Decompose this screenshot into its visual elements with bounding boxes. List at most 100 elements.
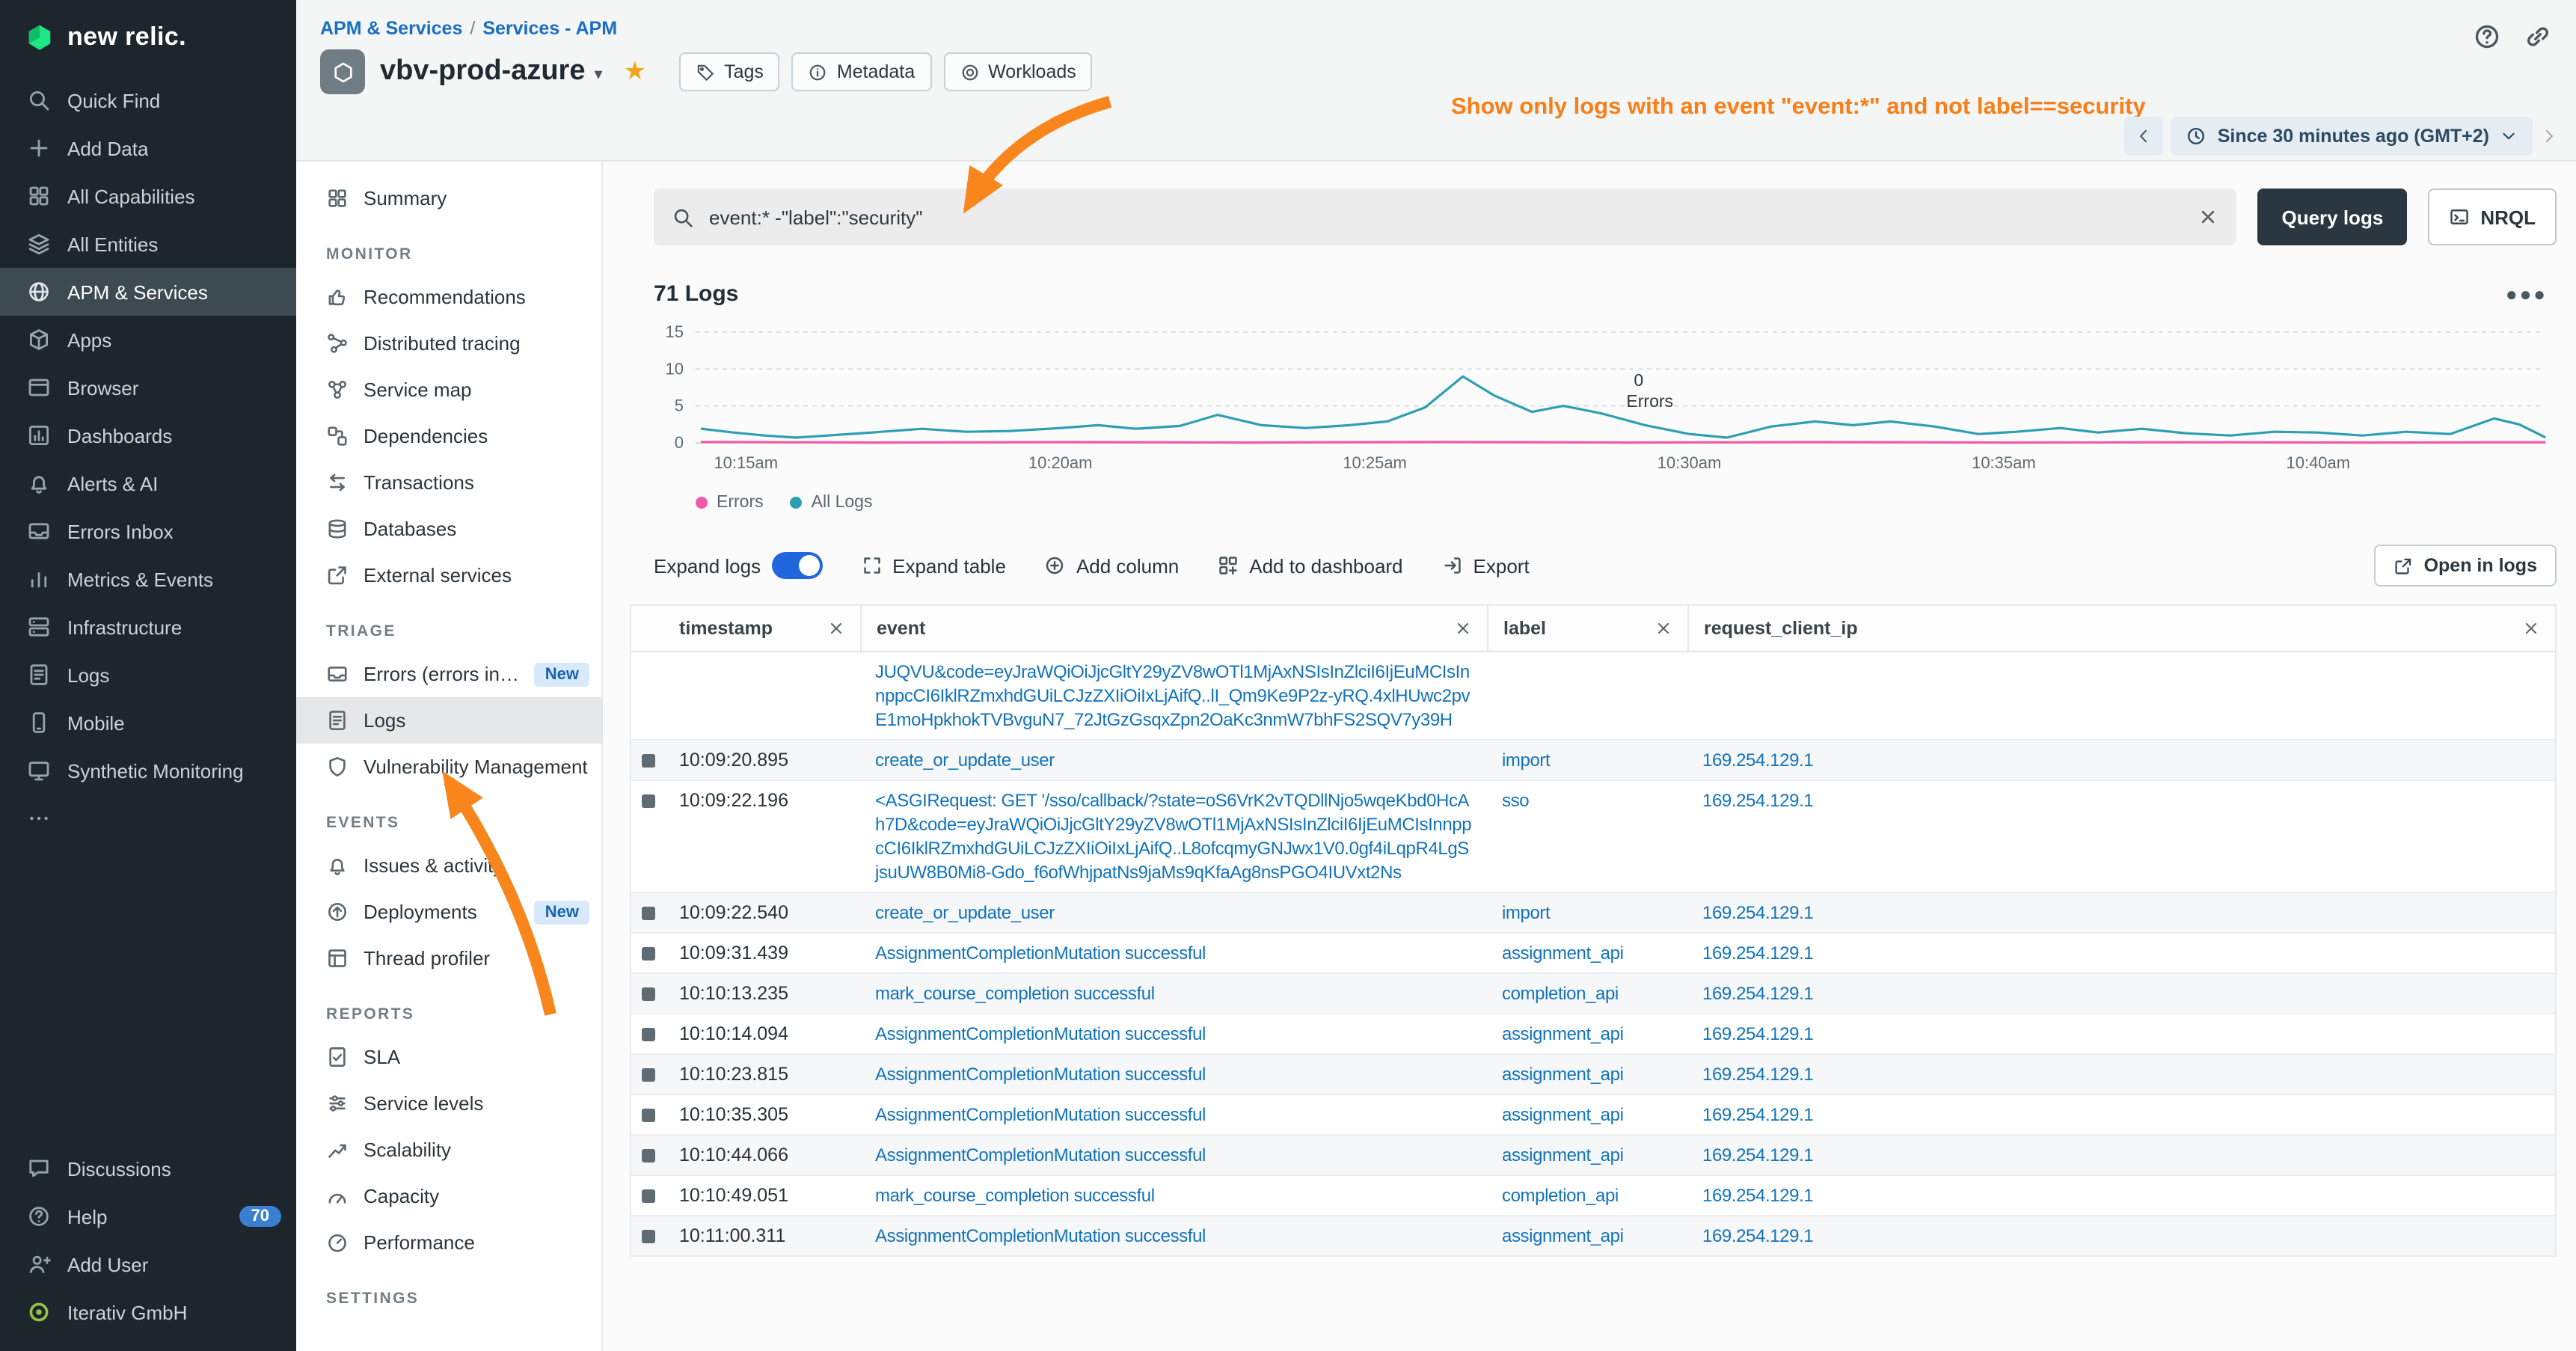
sidebar-item-quick-find[interactable]: Quick Find <box>0 76 296 124</box>
log-ip-link[interactable]: 169.254.129.1 <box>1702 1145 1813 1165</box>
permalink-icon[interactable] <box>2524 22 2552 51</box>
subnav-item-dependencies[interactable]: Dependencies <box>296 413 601 459</box>
sidebar-item-more[interactable] <box>0 794 296 842</box>
log-row[interactable]: JUQVU&code=eyJraWQiOiJjcGltY29yZV8wOTl1M… <box>631 652 2555 741</box>
time-forward-button[interactable] <box>2540 127 2558 145</box>
log-event-link[interactable]: mark_course_completion successful <box>875 1185 1155 1206</box>
sidebar-item-dashboards[interactable]: Dashboards <box>0 411 296 459</box>
legend-item-errors[interactable]: Errors <box>696 494 764 512</box>
help-icon[interactable] <box>2473 22 2501 51</box>
row-marker-icon[interactable] <box>642 794 655 808</box>
log-row[interactable]: 10:10:14.094AssignmentCompletionMutation… <box>631 1014 2555 1055</box>
time-range-button[interactable]: Since 30 minutes ago (GMT+2) <box>2171 117 2533 156</box>
subnav-item-performance[interactable]: Performance <box>296 1219 601 1266</box>
subnav-item-service-levels[interactable]: Service levels <box>296 1080 601 1127</box>
row-marker-icon[interactable] <box>642 1068 655 1082</box>
subnav-item-issues-activity[interactable]: Issues & activity <box>296 842 601 889</box>
log-label-link[interactable]: assignment_api <box>1502 1225 1624 1246</box>
sidebar-item-all-entities[interactable]: All Entities <box>0 220 296 268</box>
log-label-link[interactable]: completion_api <box>1502 1185 1619 1206</box>
log-ip-link[interactable]: 169.254.129.1 <box>1702 1225 1813 1246</box>
log-label-link[interactable]: assignment_api <box>1502 1064 1624 1085</box>
subnav-item-logs[interactable]: Logs <box>296 697 601 744</box>
sidebar-item-metrics-events[interactable]: Metrics & Events <box>0 555 296 603</box>
log-label-link[interactable]: assignment_api <box>1502 1023 1624 1044</box>
expand-table-button[interactable]: Expand table <box>861 554 1006 577</box>
log-row[interactable]: 10:10:35.305AssignmentCompletionMutation… <box>631 1095 2555 1136</box>
row-marker-icon[interactable] <box>642 1109 655 1122</box>
log-ip-link[interactable]: 169.254.129.1 <box>1702 983 1813 1004</box>
column-header-event[interactable]: event <box>860 606 1487 651</box>
subnav-item-sla[interactable]: SLA <box>296 1034 601 1080</box>
add-to-dashboard-button[interactable]: Add to dashboard <box>1218 554 1402 577</box>
log-label-link[interactable]: assignment_api <box>1502 943 1624 964</box>
log-query-input[interactable]: event:* -"label":"security" <box>654 189 2236 245</box>
breadcrumb-services-apm[interactable]: Services - APM <box>482 18 617 39</box>
log-event-link[interactable]: AssignmentCompletionMutation successful <box>875 1104 1206 1125</box>
favorite-star-icon[interactable]: ★ <box>624 57 647 87</box>
log-event-link[interactable]: JUQVU&code=eyJraWQiOiJjcGltY29yZV8wOTl1M… <box>875 661 1470 730</box>
log-event-link[interactable]: AssignmentCompletionMutation successful <box>875 1064 1206 1085</box>
sidebar-item-help[interactable]: Help70 <box>0 1192 296 1240</box>
row-marker-icon[interactable] <box>642 1028 655 1041</box>
sidebar-item-alerts-ai[interactable]: Alerts & AI <box>0 459 296 507</box>
subnav-item-external-services[interactable]: External services <box>296 552 601 598</box>
log-label-link[interactable]: import <box>1502 902 1550 923</box>
sidebar-item-discussions[interactable]: Discussions <box>0 1145 296 1192</box>
subnav-item-scalability[interactable]: Scalability <box>296 1127 601 1173</box>
log-ip-link[interactable]: 169.254.129.1 <box>1702 902 1813 923</box>
log-row[interactable]: 10:11:00.311AssignmentCompletionMutation… <box>631 1216 2555 1257</box>
row-marker-icon[interactable] <box>642 754 655 768</box>
log-row[interactable]: 10:09:22.196<ASGIRequest: GET '/sso/call… <box>631 781 2555 893</box>
row-marker-icon[interactable] <box>642 907 655 920</box>
log-row[interactable]: 10:10:23.815AssignmentCompletionMutation… <box>631 1055 2555 1095</box>
log-row[interactable]: 10:09:20.895create_or_update_userimport1… <box>631 741 2555 781</box>
log-event-link[interactable]: create_or_update_user <box>875 902 1055 923</box>
remove-column-icon[interactable] <box>1454 619 1472 637</box>
log-ip-link[interactable]: 169.254.129.1 <box>1702 790 1813 811</box>
entity-switcher-caret-icon[interactable]: ▾ <box>595 64 603 84</box>
sidebar-item-mobile[interactable]: Mobile <box>0 699 296 747</box>
log-label-link[interactable]: import <box>1502 750 1550 771</box>
time-back-button[interactable] <box>2125 117 2164 156</box>
subnav-item-capacity[interactable]: Capacity <box>296 1173 601 1219</box>
log-ip-link[interactable]: 169.254.129.1 <box>1702 1185 1813 1206</box>
log-ip-link[interactable]: 169.254.129.1 <box>1702 750 1813 771</box>
sidebar-item-infrastructure[interactable]: Infrastructure <box>0 603 296 651</box>
subnav-item-vulnerability-management[interactable]: Vulnerability Management <box>296 744 601 790</box>
toggle-on-icon[interactable] <box>771 552 822 579</box>
row-marker-icon[interactable] <box>642 947 655 961</box>
expand-logs-toggle[interactable]: Expand logs <box>654 552 822 579</box>
sidebar-item-add-user[interactable]: Add User <box>0 1240 296 1288</box>
log-event-link[interactable]: AssignmentCompletionMutation successful <box>875 1225 1206 1246</box>
log-ip-link[interactable]: 169.254.129.1 <box>1702 1104 1813 1125</box>
log-event-link[interactable]: mark_course_completion successful <box>875 983 1155 1004</box>
workloads-button[interactable]: Workloads <box>943 52 1093 91</box>
log-ip-link[interactable]: 169.254.129.1 <box>1702 1023 1813 1044</box>
remove-column-icon[interactable] <box>2522 619 2540 637</box>
row-marker-icon[interactable] <box>642 1149 655 1162</box>
sidebar-item-logs[interactable]: Logs <box>0 651 296 699</box>
clear-query-icon[interactable] <box>2198 206 2218 227</box>
subnav-item-databases[interactable]: Databases <box>296 506 601 552</box>
log-label-link[interactable]: assignment_api <box>1502 1104 1624 1125</box>
log-ip-link[interactable]: 169.254.129.1 <box>1702 943 1813 964</box>
log-row[interactable]: 10:10:49.051mark_course_completion succe… <box>631 1176 2555 1216</box>
log-event-link[interactable]: AssignmentCompletionMutation successful <box>875 943 1206 964</box>
sidebar-item-browser[interactable]: Browser <box>0 364 296 411</box>
subnav-item-service-map[interactable]: Service map <box>296 367 601 413</box>
row-marker-icon[interactable] <box>642 1230 655 1243</box>
subnav-item-distributed-tracing[interactable]: Distributed tracing <box>296 320 601 367</box>
log-event-link[interactable]: AssignmentCompletionMutation successful <box>875 1145 1206 1165</box>
column-header-request-client-ip[interactable]: request_client_ip <box>1687 606 2555 651</box>
log-event-link[interactable]: <ASGIRequest: GET '/sso/callback/?state=… <box>875 790 1471 883</box>
row-marker-icon[interactable] <box>642 1189 655 1203</box>
sidebar-item-all-capabilities[interactable]: All Capabilities <box>0 172 296 220</box>
log-row[interactable]: 10:09:22.540create_or_update_userimport1… <box>631 893 2555 934</box>
log-ip-link[interactable]: 169.254.129.1 <box>1702 1064 1813 1085</box>
subnav-item-summary[interactable]: Summary <box>296 175 601 221</box>
row-marker-icon[interactable] <box>642 987 655 1001</box>
sidebar-item-apm-services[interactable]: APM & Services <box>0 268 296 316</box>
add-column-button[interactable]: Add column <box>1045 554 1179 577</box>
column-header-timestamp[interactable]: timestamp <box>664 606 860 651</box>
